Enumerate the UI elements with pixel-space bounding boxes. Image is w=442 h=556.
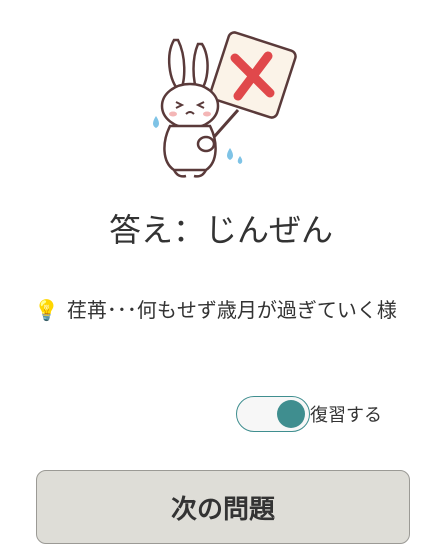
next-question-label: 次の問題: [170, 494, 275, 525]
toggle-knob: [277, 400, 305, 428]
x-sign-icon: [204, 31, 297, 147]
hint-text: 荏苒･･･何もせず歳月が過ぎていく様: [66, 298, 397, 322]
review-toggle[interactable]: [236, 396, 310, 432]
review-label: 復習する: [310, 405, 382, 426]
hint: 💡 荏苒･･･何もせず歳月が過ぎていく様: [28, 292, 413, 328]
review-toggle-group: 復習する: [236, 396, 382, 432]
lightbulb-icon: 💡: [34, 298, 59, 322]
rabbit-mascot-icon: [153, 31, 297, 178]
next-question-button[interactable]: 次の問題: [36, 470, 410, 544]
answer-text: 答え：じんぜん: [108, 211, 333, 249]
